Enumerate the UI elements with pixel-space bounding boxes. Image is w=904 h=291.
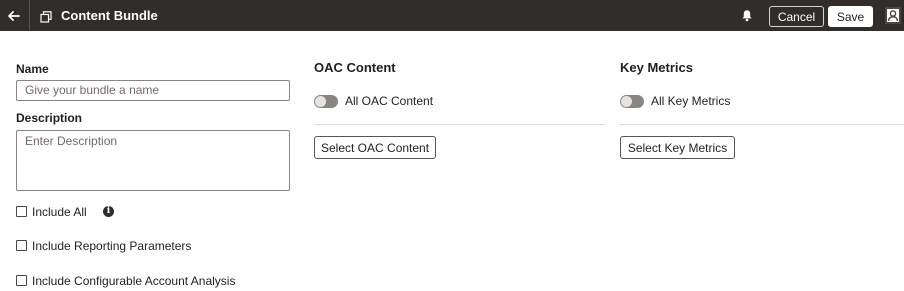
oac-content-title: OAC Content [314,60,396,75]
description-label: Description [16,111,83,125]
all-oac-content-toggle[interactable] [314,95,338,108]
description-textarea[interactable]: Enter Description [16,130,290,191]
description-placeholder: Enter Description [25,134,118,148]
name-label: Name [16,62,49,76]
top-bar: Content Bundle Cancel Save [0,0,904,31]
page-title: Content Bundle [61,8,158,23]
all-key-metrics-label: All Key Metrics [651,94,731,108]
include-configurable-account-analysis-label: Include Configurable Account Analysis [32,274,236,288]
all-key-metrics-toggle[interactable] [620,95,644,108]
include-all-checkbox[interactable] [16,206,27,217]
key-metrics-title: Key Metrics [620,60,693,75]
key-metrics-divider [620,124,904,125]
include-all-row: Include All i [16,205,126,219]
user-profile-icon[interactable] [885,7,901,24]
include-all-label: Include All [32,205,87,219]
name-input[interactable]: Give your bundle a name [16,80,290,101]
cancel-button[interactable]: Cancel [769,6,824,27]
include-configurable-account-analysis-checkbox[interactable] [16,275,27,286]
save-button[interactable]: Save [828,6,873,27]
toggle-knob [621,96,632,107]
select-oac-content-button[interactable]: Select OAC Content [314,136,436,159]
oac-divider [314,124,605,125]
name-placeholder: Give your bundle a name [25,83,160,97]
select-key-metrics-button[interactable]: Select Key Metrics [620,136,735,159]
back-arrow-icon[interactable] [4,6,24,26]
header-divider [29,0,30,31]
include-reporting-parameters-row: Include Reporting Parameters [16,239,206,253]
include-reporting-parameters-checkbox[interactable] [16,240,27,251]
include-configurable-account-analysis-row: Include Configurable Account Analysis [16,274,246,288]
bundle-icon [40,10,52,23]
bell-icon[interactable] [741,9,753,22]
toggle-knob [315,96,326,107]
all-oac-content-label: All OAC Content [345,94,434,108]
info-icon[interactable]: i [103,206,114,217]
include-reporting-parameters-label: Include Reporting Parameters [32,239,192,253]
